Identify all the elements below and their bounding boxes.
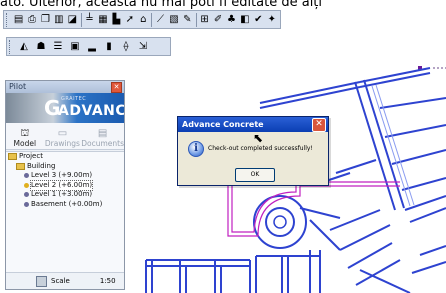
close-icon[interactable]: ✕: [312, 118, 326, 132]
tree-item-label: Level 3 (+9.00m): [31, 171, 93, 179]
tab-label: Model: [13, 139, 37, 148]
dialog-title-bar[interactable]: Advance Concrete ✕: [178, 117, 328, 132]
tab-label: Documents: [81, 139, 125, 148]
tree-item-label: Level 2 (+6.00m): [29, 179, 94, 191]
folder-icon: [8, 153, 17, 161]
circular-column[interactable]: [265, 207, 295, 237]
advance-logo-banner: G GRAITEC ADVANCE: [6, 93, 124, 123]
pilot-title-bar[interactable]: Pilot ✕: [6, 81, 124, 93]
model-icon: ⛫: [20, 128, 30, 139]
column-core[interactable]: [273, 215, 287, 229]
scale-label: Scale: [51, 277, 70, 285]
drawings-icon: ▭: [57, 128, 68, 139]
ok-button[interactable]: OK: [235, 168, 275, 182]
mouse-cursor-icon: ⬉: [253, 131, 264, 145]
pilot-mode-tabs: ⛫ Model ▭ Drawings ▤ Documents: [6, 123, 124, 150]
pilot-panel: Pilot ✕ G GRAITEC ADVANCE ⛫Model▭Drawing…: [5, 80, 125, 290]
tree-item[interactable]: Level 3 (+9.00m): [6, 171, 124, 181]
dialog-title: Advance Concrete: [182, 120, 264, 129]
tab-documents[interactable]: ▤ Documents: [81, 123, 124, 149]
circular-wall[interactable]: [253, 195, 307, 249]
logo-advance: ADVANCE: [58, 103, 124, 119]
scale-icon: [36, 275, 47, 287]
tree-item[interactable]: Building: [6, 162, 124, 172]
tab-drawings[interactable]: ▭ Drawings: [44, 123, 82, 149]
close-icon[interactable]: ✕: [111, 82, 122, 93]
tree-item-label: Building: [27, 161, 56, 170]
selected-contour[interactable]: [227, 181, 400, 237]
tree-item[interactable]: Level 2 (+6.00m): [6, 179, 124, 191]
model-tree: Project Building Level 3 (+9.00m) Level 2 (…: [6, 151, 124, 274]
pilot-title: Pilot: [9, 82, 27, 91]
level-dot-icon: [24, 201, 29, 207]
tree-item[interactable]: Basement (+0.00m): [6, 200, 124, 210]
logo-graitec: GRAITEC: [61, 96, 87, 102]
tree-item-label: Basement (+0.00m): [31, 199, 103, 208]
info-icon: i: [188, 141, 204, 157]
dialog-message: Check-out completed successfully!: [208, 145, 313, 152]
level-dot-icon: [24, 192, 29, 198]
tree-item[interactable]: Project: [6, 152, 124, 162]
level-dot-icon: [24, 182, 29, 188]
tree-item[interactable]: Level 1 (+3.00m): [6, 190, 124, 200]
scale-value[interactable]: 1:50: [100, 277, 116, 285]
message-dialog: Advance Concrete ✕ i Check-out completed…: [177, 116, 329, 186]
tree-item-label: Project: [19, 152, 43, 160]
tab-model[interactable]: ⛫ Model: [6, 123, 44, 149]
scale-bar: Scale 1:50: [6, 272, 124, 289]
tree-item-label: Level 1 (+3.00m): [31, 190, 93, 198]
level-dot-icon: [24, 173, 29, 179]
tab-label: Drawings: [44, 139, 80, 148]
documents-icon: ▤: [97, 128, 108, 139]
folder-icon: [16, 162, 25, 170]
